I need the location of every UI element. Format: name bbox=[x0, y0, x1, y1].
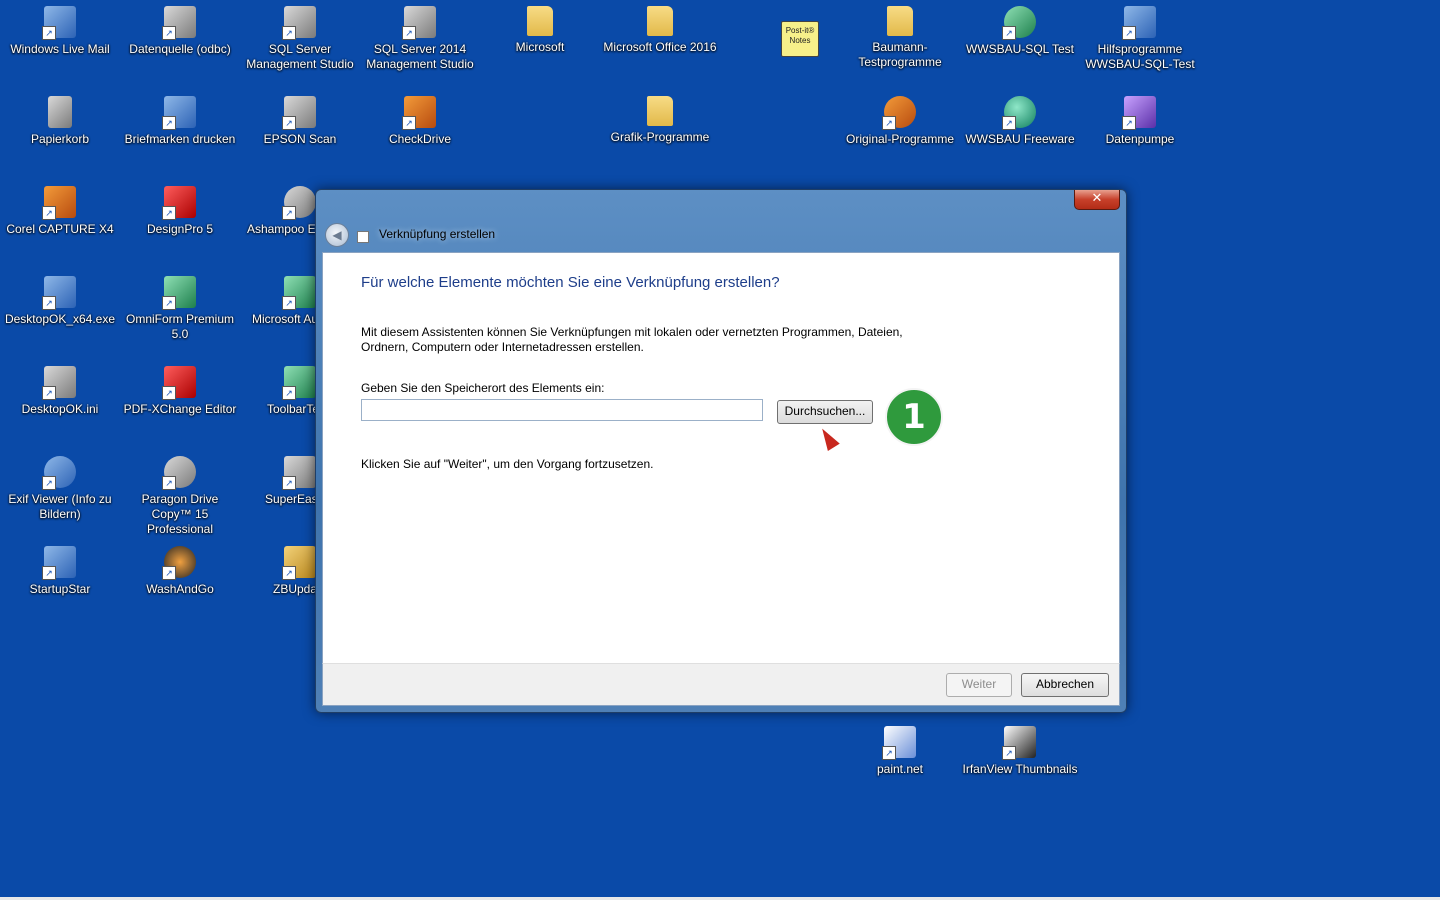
desktop-icon-startupstar[interactable]: ↗ StartupStar bbox=[1, 540, 119, 597]
globe-icon: ↗ bbox=[1002, 96, 1036, 130]
desktop-icon-paragon[interactable]: ↗ Paragon Drive Copy™ 15 Professional bbox=[121, 450, 239, 537]
datasource-icon: ↗ bbox=[162, 6, 196, 40]
folder-icon bbox=[527, 6, 553, 36]
exif-icon: ↗ bbox=[42, 456, 76, 490]
create-shortcut-dialog: ✕ ◀ Verknüpfung erstellen Für welche Ele… bbox=[315, 189, 1127, 713]
desktop-icon-windows-live-mail[interactable]: ↗ Windows Live Mail bbox=[1, 0, 119, 57]
desktop-icon-wwsbau-freeware[interactable]: ↗ WWSBAU Freeware bbox=[961, 90, 1079, 147]
cancel-button[interactable]: Abbrechen bbox=[1021, 673, 1109, 697]
step-badge: 1 bbox=[885, 388, 943, 446]
close-button[interactable]: ✕ bbox=[1074, 190, 1120, 210]
desktop-icon-irfanview[interactable]: ↗ IrfanView Thumbnails bbox=[961, 720, 1079, 777]
desktop-icon-corel-capture[interactable]: ↗ Corel CAPTURE X4 bbox=[1, 180, 119, 237]
toolbar-icon: ↗ bbox=[282, 366, 316, 400]
capture-icon: ↗ bbox=[42, 186, 76, 220]
mouse-cursor-icon bbox=[816, 424, 840, 452]
desktop-icon-checkdrive[interactable]: ↗ CheckDrive bbox=[361, 90, 479, 147]
desktop-icon-wwsbau-sql-test[interactable]: ↗ WWSBAU-SQL Test bbox=[961, 0, 1079, 57]
desktop-icon-sql-server-2014[interactable]: ↗ SQL Server 2014 Management Studio bbox=[361, 0, 479, 72]
stamp-icon: ↗ bbox=[162, 96, 196, 130]
desktop-icon-omniform[interactable]: ↗ OmniForm Premium 5.0 bbox=[121, 270, 239, 342]
browse-button[interactable]: Durchsuchen... bbox=[777, 400, 873, 424]
desktop-icon-epson-scan[interactable]: ↗ EPSON Scan bbox=[241, 90, 359, 147]
continue-hint: Klicken Sie auf "Weiter", um den Vorgang… bbox=[361, 457, 654, 471]
dialog-content: Für welche Elemente möchten Sie eine Ver… bbox=[322, 252, 1120, 664]
desktop-icon-baumann-testprogramme[interactable]: Baumann-Testprogramme bbox=[841, 0, 959, 70]
next-button[interactable]: Weiter bbox=[946, 673, 1012, 697]
app-icon: ↗ bbox=[282, 276, 316, 310]
database-icon: ↗ bbox=[1122, 96, 1156, 130]
sql-studio-icon: ↗ bbox=[402, 6, 436, 40]
scanner-icon: ↗ bbox=[282, 96, 316, 130]
folder-icon bbox=[647, 96, 673, 126]
desktop-icon-desktopok-exe[interactable]: ↗ DesktopOK_x64.exe bbox=[1, 270, 119, 327]
washandgo-icon: ↗ bbox=[162, 546, 196, 580]
dialog-heading: Für welche Elemente möchten Sie eine Ver… bbox=[361, 274, 780, 291]
desktop-icon-pdf-xchange[interactable]: ↗ PDF-XChange Editor bbox=[121, 360, 239, 417]
app-icon: ↗ bbox=[1002, 6, 1036, 40]
folder-icon bbox=[887, 6, 913, 36]
desktop-icon-papierkorb[interactable]: Papierkorb bbox=[1, 90, 119, 147]
dialog-titlebar[interactable]: ✕ ◀ Verknüpfung erstellen bbox=[316, 190, 1126, 252]
omniform-icon: ↗ bbox=[162, 276, 196, 310]
app-icon: ↗ bbox=[1122, 6, 1156, 40]
location-input[interactable] bbox=[361, 399, 763, 421]
settings-file-icon: ↗ bbox=[42, 366, 76, 400]
desktop-icon-grafik-programme[interactable]: Grafik-Programme bbox=[601, 90, 719, 145]
irfanview-icon: ↗ bbox=[1002, 726, 1036, 760]
desktop-icon-datenquelle[interactable]: ↗ Datenquelle (odbc) bbox=[121, 0, 239, 57]
desktop-icon-designpro[interactable]: ↗ DesignPro 5 bbox=[121, 180, 239, 237]
dialog-footer: Weiter Abbrechen bbox=[322, 663, 1120, 706]
desktop-icon-exif-viewer[interactable]: ↗ Exif Viewer (Info zu Bildern) bbox=[1, 450, 119, 522]
desktop-icon-desktopok-ini[interactable]: ↗ DesktopOK.ini bbox=[1, 360, 119, 417]
pdf-icon: ↗ bbox=[162, 366, 196, 400]
update-icon: ↗ bbox=[282, 546, 316, 580]
app-icon: ↗ bbox=[882, 96, 916, 130]
startup-icon: ↗ bbox=[42, 546, 76, 580]
desktop-icon-microsoft-folder[interactable]: Microsoft bbox=[481, 0, 599, 55]
desktopok-icon: ↗ bbox=[42, 276, 76, 310]
sql-studio-icon: ↗ bbox=[282, 6, 316, 40]
paragon-icon: ↗ bbox=[162, 456, 196, 490]
desktop-icon-paintnet[interactable]: ↗ paint.net bbox=[841, 720, 959, 777]
location-label: Geben Sie den Speicherort des Elements e… bbox=[361, 381, 605, 395]
ashampoo-icon: ↗ bbox=[282, 186, 316, 220]
post-it-notes-icon: Post-it® Notes bbox=[781, 21, 819, 57]
desktop-icon-briefmarken[interactable]: ↗ Briefmarken drucken bbox=[121, 90, 239, 147]
shortcut-icon bbox=[357, 231, 369, 243]
folder-icon bbox=[647, 6, 673, 36]
paintnet-icon: ↗ bbox=[882, 726, 916, 760]
dialog-description: Mit diesem Assistenten können Sie Verknü… bbox=[361, 325, 903, 354]
desktop-icon-datenpumpe[interactable]: ↗ Datenpumpe bbox=[1081, 90, 1199, 147]
dialog-title: Verknüpfung erstellen bbox=[379, 227, 496, 241]
app-icon: ↗ bbox=[282, 456, 316, 490]
back-arrow-icon[interactable]: ◀ bbox=[325, 223, 349, 247]
desktop-icon-hilfsprogramme[interactable]: ↗ Hilfsprogramme WWSBAU-SQL-Test bbox=[1081, 0, 1199, 72]
desktop-icon-sql-server-studio[interactable]: ↗ SQL Server Management Studio bbox=[241, 0, 359, 72]
desktop-icon-office-2016-folder[interactable]: Microsoft Office 2016 bbox=[601, 0, 719, 55]
mail-icon: ↗ bbox=[42, 6, 76, 40]
checkdrive-icon: ↗ bbox=[402, 96, 436, 130]
recycle-bin-icon bbox=[48, 96, 72, 128]
desktop-icon-original-programme[interactable]: ↗ Original-Programme bbox=[841, 90, 959, 147]
designpro-icon: ↗ bbox=[162, 186, 196, 220]
desktop-icon-washandgo[interactable]: ↗ WashAndGo bbox=[121, 540, 239, 597]
